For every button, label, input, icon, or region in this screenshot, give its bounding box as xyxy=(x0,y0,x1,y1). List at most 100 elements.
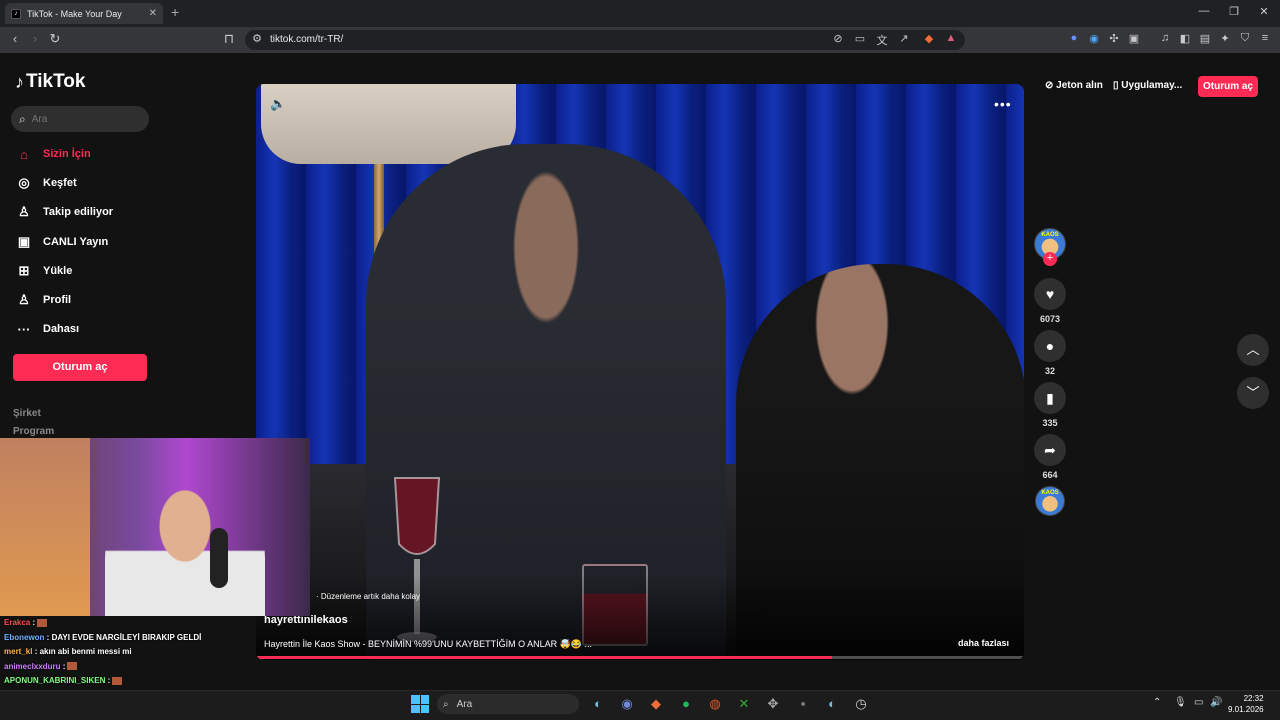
leo-ai-icon[interactable]: ✦ xyxy=(1218,32,1232,45)
network-app-icon[interactable]: ✥ xyxy=(763,695,783,713)
new-tab-button[interactable]: + xyxy=(171,4,179,20)
tiktok-logo[interactable]: ♪ TikTok xyxy=(15,71,85,93)
coin-icon: ⊘ xyxy=(1045,80,1057,91)
like-button[interactable]: ♥ xyxy=(1034,278,1066,310)
video-player[interactable]: 🔈 ••• · Düzenleme artık daha kolay hayre… xyxy=(256,84,1024,660)
mic-icon[interactable]: 🎙 xyxy=(1174,697,1187,708)
volume-icon[interactable]: 🔈 xyxy=(270,96,286,112)
tab-title: TikTok - Make Your Day xyxy=(27,8,122,19)
nav-label: Profil xyxy=(43,294,72,306)
site-info-icon[interactable]: ⚙ xyxy=(250,32,264,45)
app-icon[interactable]: ◍ xyxy=(705,695,725,713)
vpn-icon[interactable]: ⛉ xyxy=(1238,32,1252,45)
speaker-icon[interactable]: 🔊 xyxy=(1210,697,1222,708)
chat-message: mert_kl : akın abi benmi messi mi xyxy=(4,647,132,656)
back-icon[interactable]: ‹ xyxy=(7,31,23,46)
search-input[interactable] xyxy=(31,113,132,125)
nav-item-upload[interactable]: ⊞ Yükle xyxy=(15,260,73,282)
tray-chevron-icon[interactable]: ⌃ xyxy=(1153,697,1161,708)
cast-icon[interactable]: ▭ xyxy=(853,32,867,45)
follow-plus-icon[interactable]: + xyxy=(1043,252,1057,266)
video-description: Hayrettin İle Kaos Show - BEYNİMİN %99'U… xyxy=(264,639,593,649)
previous-video-button[interactable]: ︿ xyxy=(1237,334,1269,366)
footer-link-company[interactable]: Şirket xyxy=(13,408,41,419)
share-button[interactable]: ➦ xyxy=(1034,434,1066,466)
tiktok-favicon-icon: ♪ xyxy=(11,8,21,19)
video-more-options-icon[interactable]: ••• xyxy=(994,96,1012,112)
clock-app-icon[interactable]: ◷ xyxy=(851,695,871,713)
get-app-link[interactable]: ▯ Uygulamay... xyxy=(1113,80,1182,91)
restore-button[interactable]: ❐ xyxy=(1222,5,1246,18)
extension-1-icon[interactable]: ● xyxy=(1067,32,1081,44)
url-text[interactable]: tiktok.com/tr-TR/ xyxy=(270,34,343,45)
close-window-button[interactable]: ✕ xyxy=(1252,5,1276,18)
sidebar-login-button[interactable]: Oturum aç xyxy=(13,354,147,381)
nav-item-live[interactable]: ▣ CANLI Yayın xyxy=(15,231,108,253)
display-icon[interactable]: ▭ xyxy=(1194,697,1203,708)
stream-chat: Erakca : Ebonewon : DAYI EVDE NARGİLEYİ B… xyxy=(0,616,310,714)
tab-close-icon[interactable]: ✕ xyxy=(149,8,157,19)
chat-username: APONUN_KABRINI_SIKEN xyxy=(4,676,106,685)
discord-icon[interactable]: ◉ xyxy=(617,695,637,713)
media-off-icon[interactable]: ⊘ xyxy=(831,32,845,45)
get-coins-link[interactable]: ⊘ Jeton alın xyxy=(1045,80,1103,91)
brave-icon[interactable]: ◆ xyxy=(646,695,666,713)
chevron-down-icon: ﹀ xyxy=(1246,385,1260,400)
webcam-wall xyxy=(0,438,90,616)
following-icon: ♙ xyxy=(18,204,30,219)
spotify-icon[interactable]: ● xyxy=(676,695,696,713)
wallet-icon[interactable]: ▤ xyxy=(1198,32,1212,45)
taskbar-search[interactable]: ⌕ Ara xyxy=(437,694,579,714)
reload-icon[interactable]: ↻ xyxy=(47,31,63,47)
nav-item-for-you[interactable]: ⌂ Sizin İçin xyxy=(15,143,91,165)
chat-text: : akın abi benmi messi mi xyxy=(32,647,132,656)
video-progress-bar[interactable] xyxy=(256,656,1024,659)
chat-text: : xyxy=(60,661,66,671)
nav-item-more[interactable]: ··· Dahası xyxy=(15,318,80,340)
share-icon[interactable]: ↗ xyxy=(897,32,911,45)
bookmark-icon[interactable]: ⊓ xyxy=(221,31,237,47)
media-control-icon[interactable]: ♫ xyxy=(1158,32,1172,44)
browser-tab[interactable]: ♪ TikTok - Make Your Day ✕ xyxy=(5,3,163,24)
xbox-icon[interactable]: ✕ xyxy=(734,695,754,713)
share-arrow-icon: ➦ xyxy=(1044,442,1056,458)
steam-icon[interactable]: ◐ xyxy=(588,695,608,713)
brave-shield-icon[interactable]: ◆ xyxy=(922,32,936,45)
chat-text: : xyxy=(30,618,36,627)
brave-rewards-icon[interactable]: ▲ xyxy=(944,32,958,44)
app-2-icon[interactable]: ▪ xyxy=(793,695,813,713)
footer-link-program[interactable]: Program xyxy=(13,426,54,437)
get-coins-label: Jeton alın xyxy=(1056,80,1103,91)
top-login-button[interactable]: Oturum aç xyxy=(1198,76,1258,97)
forward-icon[interactable]: › xyxy=(27,31,43,46)
save-button[interactable]: ▮ xyxy=(1034,382,1066,414)
menu-icon[interactable]: ≡ xyxy=(1258,32,1272,44)
get-app-label: Uygulamay... xyxy=(1121,80,1183,91)
extensions-icon[interactable]: ✣ xyxy=(1107,32,1121,45)
minimize-button[interactable]: — xyxy=(1192,5,1216,17)
screenshot-icon[interactable]: ▣ xyxy=(1127,32,1141,45)
share-count: 664 xyxy=(1042,470,1058,480)
home-icon: ⌂ xyxy=(20,146,28,162)
taskbar-clock[interactable]: 22:32 9.01.2026 xyxy=(1228,693,1264,715)
translate-icon[interactable]: 文 xyxy=(875,32,889,48)
sidebar-icon[interactable]: ◧ xyxy=(1178,32,1192,45)
nav-item-explore[interactable]: ◎ Keşfet xyxy=(15,172,76,194)
nav-item-profile[interactable]: ♙ Profil xyxy=(15,289,71,311)
comment-button[interactable]: ● xyxy=(1034,330,1066,362)
windows-taskbar xyxy=(0,690,1280,720)
edit-hint-text: · Düzenleme artık daha kolay xyxy=(316,592,421,601)
windows-start-icon[interactable] xyxy=(411,695,429,713)
taskbar-search-label: Ara xyxy=(456,698,473,710)
next-video-button[interactable]: ﹀ xyxy=(1237,377,1269,409)
chat-emote-icon xyxy=(37,618,48,627)
extension-2-icon[interactable]: ◉ xyxy=(1087,32,1101,45)
streamer-webcam xyxy=(0,438,310,616)
music-disc-avatar[interactable]: KAOS xyxy=(1035,486,1065,516)
search-box[interactable]: ⌕ xyxy=(11,106,149,132)
steam-2-icon[interactable]: ◐ xyxy=(822,695,842,713)
more-description-button[interactable]: daha fazlası xyxy=(958,638,1009,648)
more-icon: ··· xyxy=(17,321,31,337)
save-count: 335 xyxy=(1042,418,1058,428)
nav-item-following[interactable]: ♙ Takip ediliyor xyxy=(15,201,113,223)
